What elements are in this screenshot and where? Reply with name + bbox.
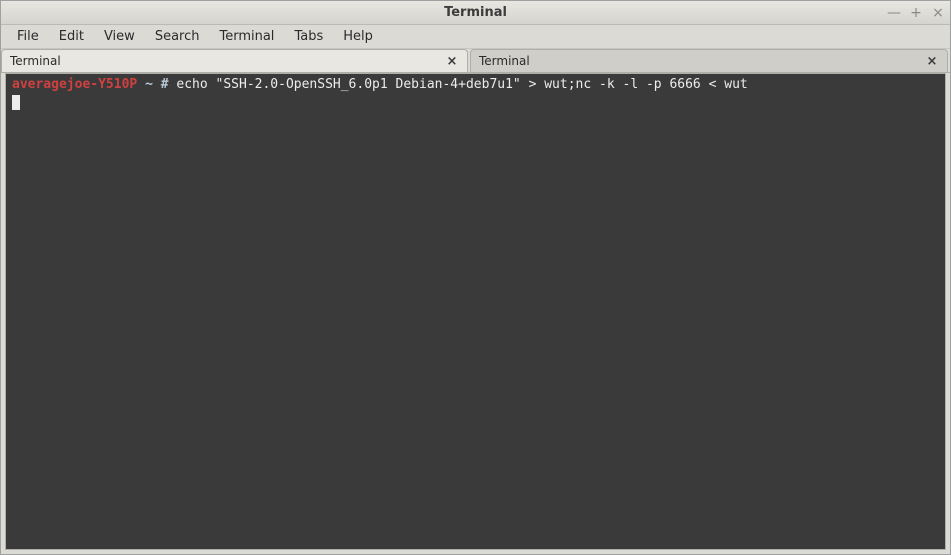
prompt-hostname: averagejoe-Y510P (12, 77, 137, 92)
menu-file[interactable]: File (7, 26, 49, 47)
tab-terminal-2[interactable]: Terminal × (470, 49, 948, 72)
maximize-button[interactable]: + (908, 5, 924, 21)
terminal-window: Terminal — + × File Edit View Search Ter… (0, 0, 951, 555)
minimize-button[interactable]: — (886, 5, 902, 21)
menu-help[interactable]: Help (333, 26, 383, 47)
prompt-symbol: # (161, 77, 169, 92)
command-line: echo "SSH-2.0-OpenSSH_6.0p1 Debian-4+deb… (176, 77, 747, 92)
menu-search[interactable]: Search (145, 26, 210, 47)
terminal-viewport[interactable]: averagejoe-Y510P ~ # echo "SSH-2.0-OpenS… (5, 73, 946, 550)
menu-view[interactable]: View (94, 26, 145, 47)
tab-close-icon[interactable]: × (925, 54, 939, 68)
menu-tabs[interactable]: Tabs (284, 26, 333, 47)
prompt-path: ~ (145, 77, 153, 92)
tab-label: Terminal (479, 54, 530, 68)
tabbar: Terminal × Terminal × (1, 49, 950, 73)
close-button[interactable]: × (930, 5, 946, 21)
menu-terminal[interactable]: Terminal (209, 26, 284, 47)
menu-edit[interactable]: Edit (49, 26, 94, 47)
tab-terminal-1[interactable]: Terminal × (1, 49, 468, 72)
tab-close-icon[interactable]: × (445, 54, 459, 68)
window-controls: — + × (886, 5, 946, 21)
menubar: File Edit View Search Terminal Tabs Help (1, 25, 950, 49)
tab-label: Terminal (10, 54, 61, 68)
window-title: Terminal (444, 5, 507, 20)
titlebar[interactable]: Terminal — + × (1, 1, 950, 25)
cursor-icon (12, 95, 20, 110)
